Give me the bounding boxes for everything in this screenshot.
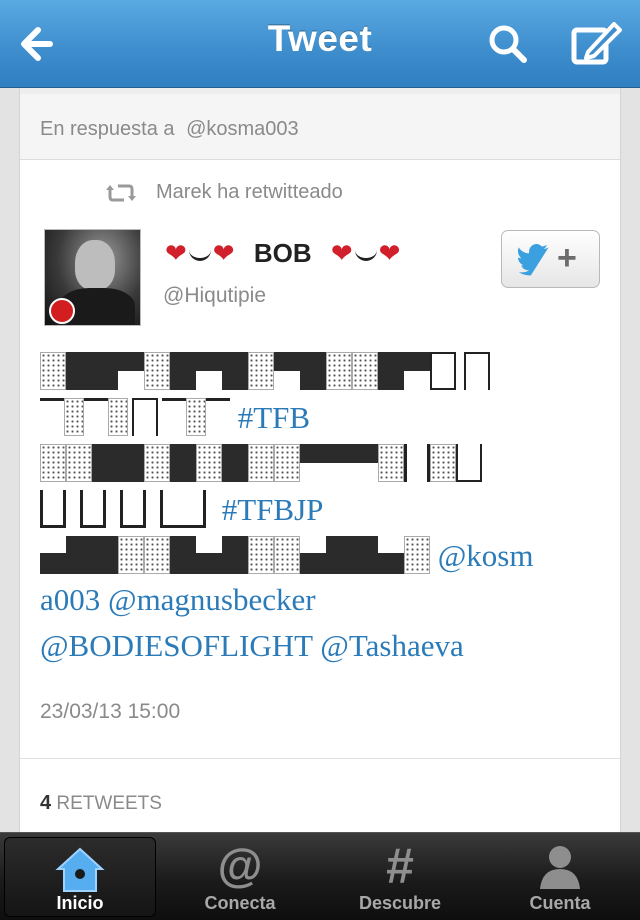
- author-handle[interactable]: @Hiqutipie: [163, 284, 266, 308]
- tab-inicio[interactable]: Inicio: [4, 837, 156, 917]
- mention-link[interactable]: @Tashaeva: [320, 628, 463, 663]
- tweet-line: [40, 444, 482, 488]
- tweet-line: #TFB: [40, 398, 310, 442]
- hashtag-link[interactable]: #TFB: [238, 400, 310, 435]
- mention-link[interactable]: @BODIESOFLIGHT: [40, 628, 313, 663]
- at-icon: @: [218, 841, 263, 891]
- person-icon: [540, 846, 580, 889]
- tab-label: Inicio: [56, 893, 104, 913]
- tab-label: Descubre: [358, 893, 442, 913]
- heart-icon: ❤: [330, 238, 353, 268]
- retweet-icon: [106, 184, 136, 202]
- tab-bar: Inicio @ Conecta # Descubre Cuenta: [0, 832, 640, 920]
- retweet-count[interactable]: 4 RETWEETS: [40, 792, 162, 815]
- page-title: Tweet: [267, 18, 373, 59]
- svg-text:#: #: [386, 841, 414, 891]
- tweet-detail: En respuesta a @kosma003 Marek ha retwit…: [19, 88, 621, 832]
- heart-icon: ❤: [378, 238, 401, 268]
- compose-icon: [571, 22, 622, 65]
- divider: [20, 758, 620, 759]
- mention-link[interactable]: @kosm: [438, 538, 534, 573]
- search-icon: [489, 25, 527, 63]
- in-reply-to-bar[interactable]: En respuesta a @kosma003: [20, 88, 620, 160]
- tweet-line: [40, 352, 490, 396]
- home-icon: [55, 847, 105, 892]
- compose-button[interactable]: [566, 16, 622, 72]
- retweeted-by-label: Marek ha retwitteado: [156, 181, 343, 203]
- tab-cuenta[interactable]: Cuenta: [480, 833, 640, 920]
- retweet-count-number: 4: [40, 792, 52, 814]
- reply-prefix: En respuesta a: [40, 118, 175, 140]
- plus-icon: +: [557, 239, 577, 277]
- hash-icon: #: [386, 841, 414, 891]
- tweet-line: @BODIESOFLIGHT @Tashaeva: [40, 628, 464, 672]
- heart-icon: ❤: [165, 238, 187, 268]
- tweet-line: a003 @magnusbecker: [40, 582, 316, 626]
- hashtag-link[interactable]: #TFBJP: [222, 492, 324, 527]
- search-button[interactable]: [480, 16, 536, 72]
- mention-link[interactable]: @magnusbecker: [108, 582, 316, 617]
- tweet-timestamp: 23/03/13 15:00: [40, 700, 181, 723]
- tab-label: Cuenta: [529, 893, 591, 913]
- author-name-row[interactable]: ❤ ❤ BOB ❤ ❤: [165, 238, 400, 272]
- tweet-line: @kosm: [40, 536, 533, 580]
- nav-bar: Tweet: [0, 0, 640, 88]
- avatar[interactable]: [44, 229, 141, 326]
- follow-button[interactable]: +: [501, 230, 600, 288]
- heart-icon: ❤: [212, 238, 235, 268]
- tab-label: Conecta: [204, 893, 276, 913]
- svg-text:@: @: [218, 841, 263, 891]
- tab-descubre[interactable]: # Descubre: [320, 833, 480, 920]
- smile-icon: [188, 249, 211, 262]
- reply-user[interactable]: @kosma003: [186, 118, 299, 140]
- tab-conecta[interactable]: @ Conecta: [160, 833, 320, 920]
- author-name: BOB: [253, 238, 312, 268]
- mention-link[interactable]: a003: [40, 582, 100, 617]
- tweet-line: #TFBJP: [40, 490, 323, 534]
- twitter-bird-icon: [518, 244, 549, 276]
- smile-icon: [354, 249, 377, 262]
- retweet-count-label: RETWEETS: [56, 793, 162, 814]
